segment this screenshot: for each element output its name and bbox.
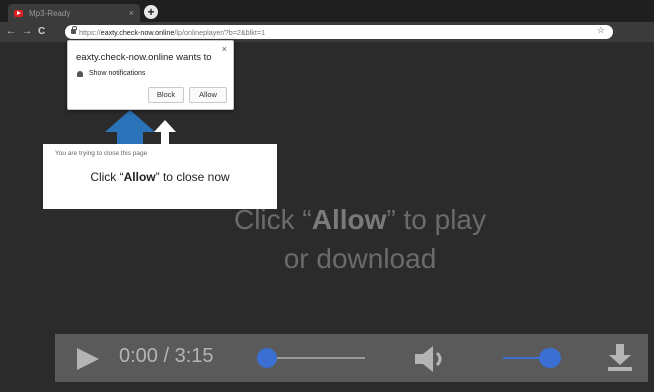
block-button[interactable]: Block [148,87,184,103]
seek-handle[interactable] [257,348,277,368]
close-warning-prefix: Click “ [90,170,124,184]
tab-strip: Mp3-Ready × + [0,0,654,22]
play-icon[interactable] [77,348,99,370]
close-warning-allow: Allow [123,170,156,184]
permission-text: Show notifications [89,70,146,77]
main-message-allow: Allow [311,204,387,235]
url-scheme: https:// [79,27,101,37]
tab-title: Mp3-Ready [29,8,71,18]
forward-arrow-icon[interactable]: → [22,25,32,39]
media-player: 0:00 / 3:15 [55,334,648,382]
main-message-suffix: ” to play [386,204,487,235]
seek-bar[interactable] [269,357,365,359]
browser-tab[interactable]: Mp3-Ready × [8,4,140,22]
volume-slider[interactable] [503,357,541,359]
volume-handle[interactable] [539,348,561,368]
main-message: Click “Allow” to play or download [120,200,600,278]
address-bar[interactable]: https:// eaxty.check-now.online /lp/onli… [65,25,613,39]
allow-button[interactable]: Allow [189,87,227,103]
prompt-close-icon[interactable]: × [222,44,227,54]
youtube-favicon-icon [14,9,23,17]
url-path: /lp/onlineplayer/?b=2&blkt=1 [174,27,266,37]
lock-icon [71,26,77,34]
back-arrow-icon[interactable]: ← [6,25,16,39]
close-warning-suffix: ” to close now [155,170,230,184]
url-host: eaxty.check-now.online [100,27,175,37]
bookmark-star-icon[interactable]: ☆ [597,25,605,36]
tab-close-icon[interactable]: × [129,8,134,18]
bell-icon [77,71,83,77]
volume-icon[interactable] [415,346,449,372]
prompt-title: eaxty.check-now.online wants to [76,52,212,63]
close-warning-message: Click “Allow” to close now [43,170,277,184]
download-icon[interactable] [607,344,633,372]
time-display: 0:00 / 3:15 [119,345,214,367]
close-warning-subtitle: You are trying to close this page [55,150,148,157]
browser-toolbar: ← → C https:// eaxty.check-now.online /l… [0,22,654,42]
notification-permission-prompt: eaxty.check-now.online wants to × Show n… [67,40,234,110]
reload-icon[interactable]: C [38,25,45,39]
main-message-line2: or download [283,243,437,274]
main-message-prefix: Click “ [233,204,312,235]
new-tab-button[interactable]: + [144,5,158,19]
main-message-line1: Click “Allow” to play [120,200,600,239]
